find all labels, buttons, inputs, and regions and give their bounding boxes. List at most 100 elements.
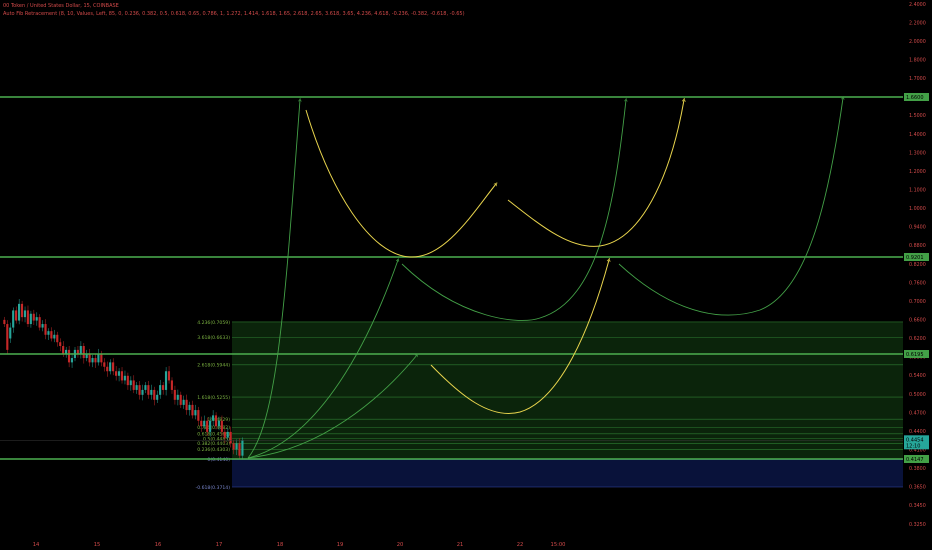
candle-body — [147, 385, 150, 395]
y-tick-label: 1.5000 — [909, 113, 926, 119]
y-tick-label: 0.8200 — [909, 262, 926, 268]
candle-body — [103, 362, 106, 367]
countdown-timer: 12:10 — [906, 443, 920, 449]
candle-body — [203, 420, 206, 427]
price-chart[interactable]: 4.236(0.7059) 3.618(0.6633) 2.618(0.5944) 1… — [0, 0, 932, 550]
candle-body — [67, 349, 71, 363]
candle-body — [194, 410, 197, 416]
candle-body — [182, 399, 185, 405]
fib-negative-zone — [232, 459, 903, 487]
candle-body — [88, 353, 91, 363]
candle-body — [29, 313, 32, 325]
candle-body — [32, 313, 35, 321]
y-tick-label: 0.7600 — [909, 280, 926, 286]
candle-body — [209, 420, 212, 432]
candle-body — [114, 371, 118, 376]
fib-level-label: 4.236(0.7059) — [197, 320, 230, 326]
y-tick-label: 0.8800 — [909, 243, 926, 249]
candle-body — [38, 317, 41, 328]
candle-body — [62, 346, 65, 354]
candle-body — [217, 420, 220, 427]
candle-body — [100, 353, 103, 363]
price-level-tag-text: 0.4147 — [906, 457, 924, 463]
candle-body — [70, 358, 74, 363]
y-tick-label: 0.7000 — [909, 299, 926, 305]
y-tick-label: 0.3800 — [909, 466, 926, 472]
fib-level-label: 0.236(0.4303) — [197, 447, 230, 453]
fib-zone — [232, 321, 903, 460]
candle-body — [223, 431, 226, 438]
candle-body — [3, 319, 6, 325]
candle-body — [44, 324, 47, 335]
x-tick-label: 21 — [457, 542, 464, 548]
candle-body — [235, 443, 238, 450]
x-tick-label: 14 — [33, 542, 40, 548]
y-tick-label: 1.0000 — [909, 206, 926, 212]
candle-body — [173, 389, 176, 400]
x-tick-label: 16 — [155, 542, 162, 548]
fib-level-label: 0(0.4140) — [207, 457, 230, 463]
candle-body — [153, 389, 156, 400]
candle-body — [123, 375, 126, 381]
y-tick-label: 2.2000 — [909, 20, 926, 26]
yellow-curve-1 — [305, 109, 496, 258]
fib-level-label: 2.618(0.5944) — [197, 363, 230, 369]
green-curve-2 — [618, 98, 843, 316]
fib-level-label: 0.382(0.4403) — [197, 441, 230, 447]
y-tick-label: 1.3000 — [909, 150, 926, 156]
candle-body — [232, 443, 235, 450]
y-tick-label: 2.0000 — [909, 39, 926, 45]
candle-body — [109, 362, 112, 372]
y-tick-label: 0.4400 — [909, 429, 926, 435]
y-tick-label: 0.6200 — [909, 336, 926, 342]
candle-body — [50, 331, 53, 339]
y-tick-label: 1.2000 — [909, 169, 926, 175]
candle-body — [112, 362, 115, 372]
candle-body — [211, 415, 215, 421]
y-tick-label: 0.5400 — [909, 373, 926, 379]
fib-level-label: 3.618(0.6633) — [197, 335, 230, 341]
candle-body — [35, 317, 38, 321]
price-level-tag-text: 1.6600 — [906, 95, 924, 101]
candle-body — [23, 310, 27, 318]
candle-body — [53, 334, 56, 339]
candle-body — [135, 385, 138, 390]
candle-body — [47, 331, 50, 335]
x-tick-label: 17 — [216, 542, 223, 548]
candle-body — [167, 371, 171, 381]
y-tick-label: 1.8000 — [909, 58, 926, 64]
x-tick-label: 15 — [94, 542, 101, 548]
y-tick-label: 0.4700 — [909, 410, 926, 416]
candle-body — [12, 310, 15, 328]
candle-body — [132, 380, 135, 390]
price-labels: 1.66000.92010.61950.41470.445412:10 — [904, 93, 929, 463]
candle-body — [144, 385, 147, 390]
candle-body — [41, 324, 44, 328]
candle-body — [59, 342, 62, 347]
candle-body — [91, 358, 94, 363]
y-tick-label: 0.3450 — [909, 503, 926, 509]
x-tick-label: 18 — [277, 542, 284, 548]
candle-body — [120, 371, 123, 381]
candle-body — [6, 324, 9, 350]
candle-body — [141, 389, 144, 395]
candle-body — [200, 420, 203, 427]
x-tick-label: 22 — [517, 542, 524, 548]
candle-body — [20, 303, 24, 318]
candle-body — [26, 310, 29, 325]
y-tick-label: 0.3650 — [909, 485, 926, 491]
candle-body — [9, 327, 12, 339]
candle-body — [138, 385, 141, 395]
price-level-tag-text: 0.9201 — [906, 255, 924, 261]
candle-body — [188, 404, 191, 411]
candle-body — [159, 385, 162, 395]
candle-body — [226, 431, 229, 438]
candle-body — [106, 366, 109, 372]
price-level-tag-text: 0.6195 — [906, 352, 924, 358]
candle-body — [162, 385, 165, 390]
candle-body — [79, 346, 82, 354]
y-tick-label: 2.4000 — [909, 2, 926, 8]
y-tick-label: 0.6600 — [909, 318, 926, 324]
candle-body — [206, 420, 209, 432]
candle-body — [176, 394, 179, 400]
